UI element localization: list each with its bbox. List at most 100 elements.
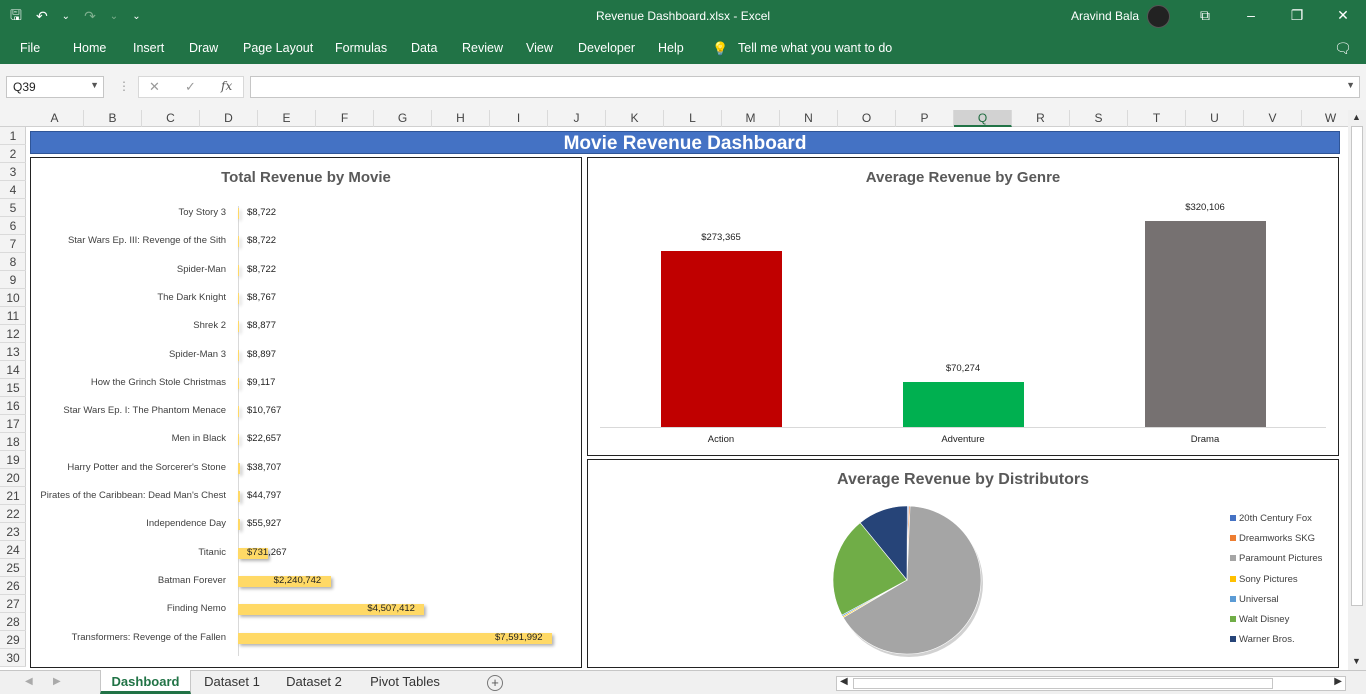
row-header-3[interactable]: 3 [0,163,26,181]
scroll-down-icon[interactable]: ▼ [1352,656,1361,666]
row-header-2[interactable]: 2 [0,145,26,163]
ribbon-display-options-icon[interactable]: ⧉ [1182,0,1228,33]
bar[interactable] [238,264,239,276]
bar[interactable] [238,377,239,389]
column-header-h[interactable]: H [432,110,490,127]
scroll-up-icon[interactable]: ▲ [1352,112,1361,122]
row-header-9[interactable]: 9 [0,271,26,289]
tab-view[interactable]: View [526,41,553,55]
legend-entry[interactable]: 20th Century Fox [1230,513,1312,524]
scroll-thumb[interactable] [1351,126,1363,606]
legend-entry[interactable]: Walt Disney [1230,614,1289,625]
row-header-11[interactable]: 11 [0,307,26,325]
legend-entry[interactable]: Dreamworks SKG [1230,533,1315,544]
prev-sheet-icon[interactable]: ◀ [25,676,33,687]
horizontal-scrollbar[interactable]: ◀ ▶ [836,676,1346,691]
enter-icon[interactable]: ✓ [185,79,196,95]
column-header-l[interactable]: L [664,110,722,127]
column-header-s[interactable]: S [1070,110,1128,127]
row-header-18[interactable]: 18 [0,433,26,451]
tab-developer[interactable]: Developer [578,41,635,55]
column-header-n[interactable]: N [780,110,838,127]
column-header-i[interactable]: I [490,110,548,127]
tab-page-layout[interactable]: Page Layout [243,41,313,55]
scroll-left-icon[interactable]: ◀ [840,676,848,687]
tab-draw[interactable]: Draw [189,41,218,55]
row-header-7[interactable]: 7 [0,235,26,253]
row-header-15[interactable]: 15 [0,379,26,397]
bar[interactable] [238,321,239,333]
column-header-t[interactable]: T [1128,110,1186,127]
legend-entry[interactable]: Sony Pictures [1230,574,1298,585]
row-header-23[interactable]: 23 [0,523,26,541]
bar[interactable] [238,434,239,446]
column-header-a[interactable]: A [26,110,84,127]
row-header-13[interactable]: 13 [0,343,26,361]
column-header-p[interactable]: P [896,110,954,127]
restore-button[interactable]: ❐ [1274,0,1320,33]
tab-home[interactable]: Home [73,41,106,55]
chevron-down-icon[interactable]: ▼ [90,80,99,90]
row-header-26[interactable]: 26 [0,577,26,595]
bar[interactable] [660,251,782,427]
bar[interactable] [238,462,240,474]
row-header-1[interactable]: 1 [0,127,26,145]
row-header-25[interactable]: 25 [0,559,26,577]
bar[interactable] [238,292,239,304]
insert-function-icon[interactable]: fx [221,79,232,93]
bar[interactable] [902,381,1024,427]
row-header-8[interactable]: 8 [0,253,26,271]
tab-data[interactable]: Data [411,41,437,55]
name-box[interactable]: Q39 ▼ [6,76,104,98]
column-header-o[interactable]: O [838,110,896,127]
row-header-17[interactable]: 17 [0,415,26,433]
close-button[interactable]: ✕ [1320,0,1366,33]
column-header-r[interactable]: R [1012,110,1070,127]
row-header-20[interactable]: 20 [0,469,26,487]
column-header-c[interactable]: C [142,110,200,127]
bar[interactable] [238,208,239,219]
row-header-21[interactable]: 21 [0,487,26,505]
column-header-b[interactable]: B [84,110,142,127]
row-header-22[interactable]: 22 [0,505,26,523]
avatar[interactable] [1147,5,1170,28]
add-sheet-button[interactable]: + [487,675,503,691]
tab-review[interactable]: Review [462,41,503,55]
tab-file[interactable]: File [20,41,40,55]
cancel-icon[interactable]: ✕ [149,79,160,95]
row-header-28[interactable]: 28 [0,613,26,631]
tell-me-search[interactable]: Tell me what you want to do [738,41,892,55]
tab-formulas[interactable]: Formulas [335,41,387,55]
formula-input[interactable]: ▼ [250,76,1360,98]
scroll-thumb[interactable] [853,678,1273,689]
row-header-29[interactable]: 29 [0,631,26,649]
legend-entry[interactable]: Paramount Pictures [1230,553,1322,564]
bar[interactable] [238,519,241,531]
row-header-27[interactable]: 27 [0,595,26,613]
row-header-10[interactable]: 10 [0,289,26,307]
row-header-19[interactable]: 19 [0,451,26,469]
column-header-q[interactable]: Q [954,110,1012,127]
row-header-6[interactable]: 6 [0,217,26,235]
row-header-4[interactable]: 4 [0,181,26,199]
bar[interactable] [238,406,239,418]
scroll-right-icon[interactable]: ▶ [1334,676,1342,687]
row-header-5[interactable]: 5 [0,199,26,217]
row-header-14[interactable]: 14 [0,361,26,379]
bar[interactable] [238,236,239,248]
row-header-12[interactable]: 12 [0,325,26,343]
column-header-k[interactable]: K [606,110,664,127]
bar[interactable] [238,349,239,361]
vertical-scrollbar[interactable]: ▲ ▼ [1348,110,1366,670]
formula-bar-splitter-icon[interactable]: ⋮ [118,79,130,93]
chart-total-revenue-by-movie[interactable]: Total Revenue by Movie Toy Story 3 $8,722… [30,157,582,668]
legend-entry[interactable]: Warner Bros. [1230,634,1295,645]
legend-entry[interactable]: Universal [1230,594,1279,605]
sheet-tab-pivot-tables[interactable]: Pivot Tables [357,670,453,694]
row-header-24[interactable]: 24 [0,541,26,559]
row-header-16[interactable]: 16 [0,397,26,415]
tab-insert[interactable]: Insert [133,41,164,55]
sheet-tab-dataset-2[interactable]: Dataset 2 [275,670,353,694]
lightbulb-icon[interactable]: 💡 [712,41,728,57]
column-header-g[interactable]: G [374,110,432,127]
